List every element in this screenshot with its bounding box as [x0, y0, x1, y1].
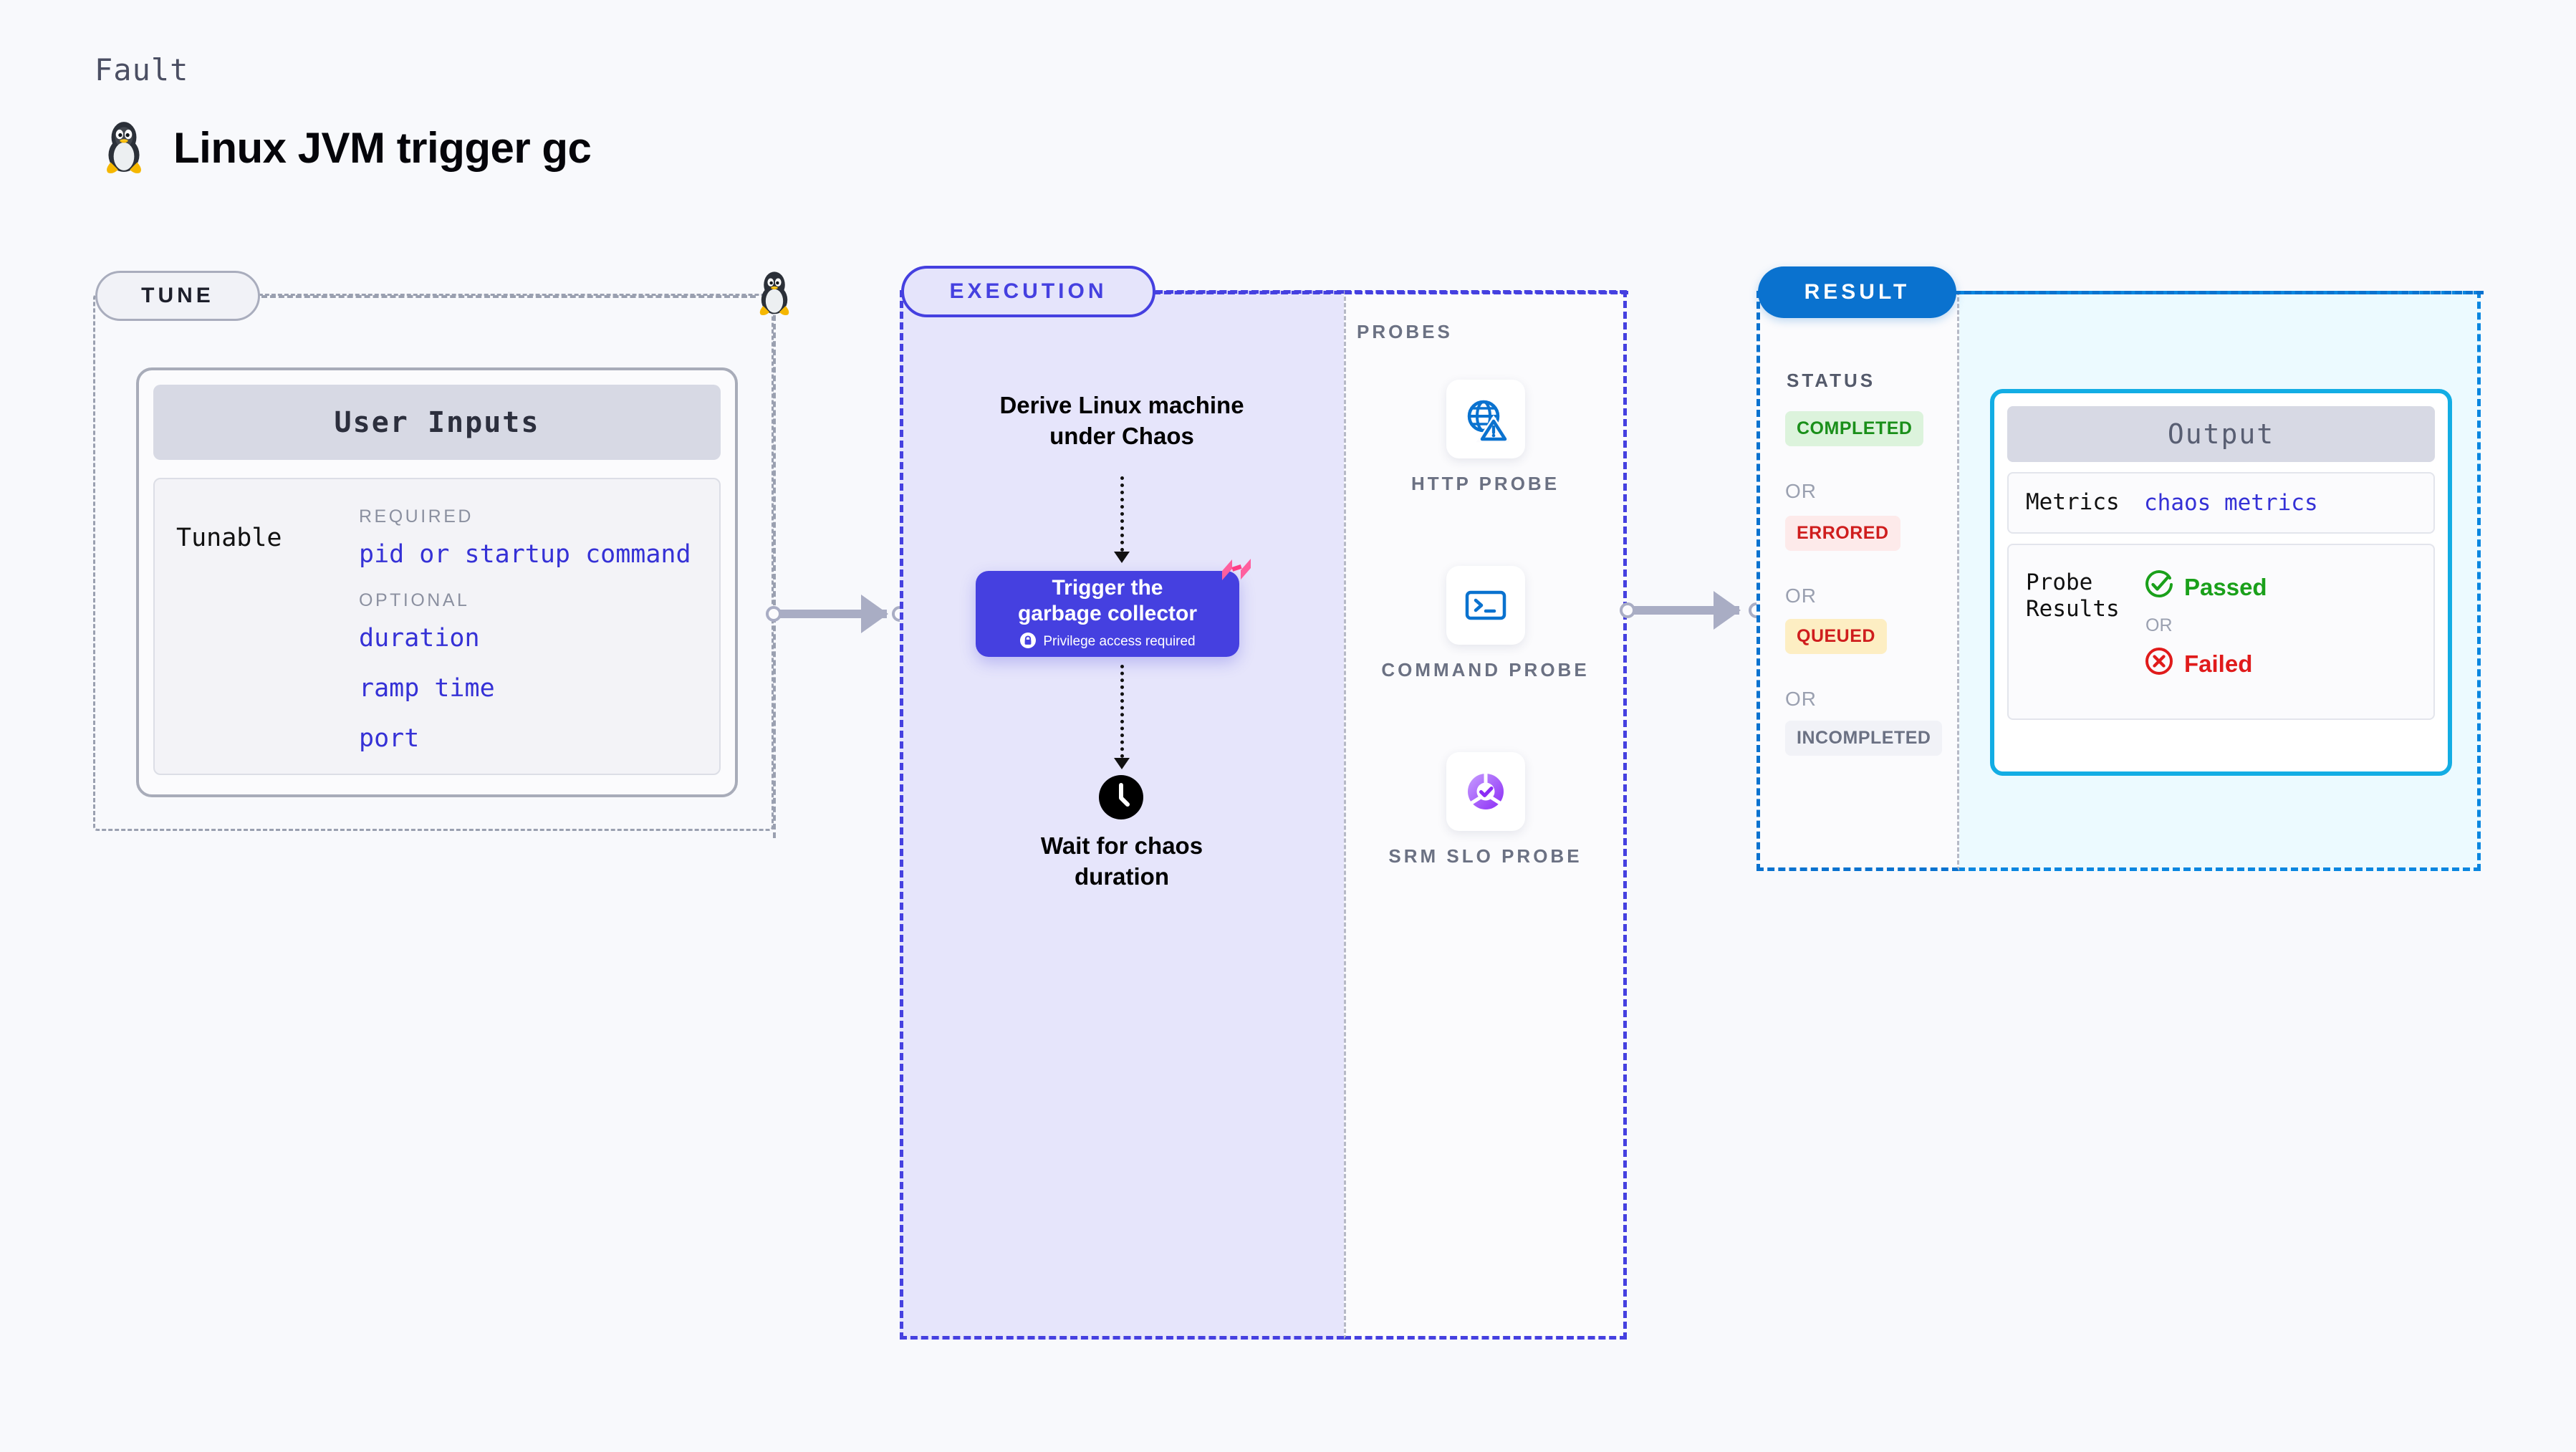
user-inputs-card: User Inputs Tunable REQUIRED pid or star… — [136, 367, 738, 797]
action-card-subtitle: Privilege access required — [1043, 634, 1196, 650]
slo-donut-check-icon — [1446, 752, 1525, 831]
step-derive-label: Derive Linux machine under Chaos — [999, 392, 1244, 449]
output-card: Output Metrics chaos metrics Probe Resul… — [1990, 389, 2452, 776]
passed-label: Passed — [2184, 574, 2267, 600]
execution-top-dash — [1153, 291, 1628, 294]
result-pill[interactable]: RESULT — [1758, 266, 1956, 318]
page-title: Linux JVM trigger gc — [173, 124, 592, 172]
action-card-trigger-gc[interactable]: Trigger the garbage collector Privilege … — [976, 571, 1239, 657]
connector-arrow-2 — [1714, 591, 1741, 630]
arrow-derive-to-action — [1120, 476, 1127, 552]
result-top-dash — [1953, 291, 2484, 294]
probe-result-passed: Passed — [2144, 569, 2416, 605]
metrics-key: Metrics — [2026, 489, 2120, 516]
lock-icon — [1019, 632, 1037, 653]
status-badge-errored: ERRORED — [1785, 516, 1900, 551]
status-badge-incompleted: INCOMPLETED — [1785, 721, 1943, 756]
tune-pill[interactable]: TUNE — [95, 271, 260, 321]
probe-srm-slo[interactable]: SRM SLO PROBE — [1344, 752, 1627, 869]
x-circle-icon — [2144, 646, 2174, 682]
optional-label: OPTIONAL — [359, 590, 470, 610]
arrow-head-1 — [1114, 552, 1130, 563]
status-or-2: OR — [1785, 585, 1817, 607]
probes-section-label: PROBES — [1357, 321, 1453, 342]
metrics-value[interactable]: chaos metrics — [2144, 490, 2318, 516]
probe-results-values: Passed OR Failed — [2144, 569, 2416, 694]
probe-results-key: Probe Results — [2026, 569, 2120, 622]
terminal-icon — [1446, 566, 1525, 645]
step-wait-label: Wait for chaos duration — [1040, 832, 1203, 890]
tune-connector-dash — [261, 295, 756, 298]
probe-srm-slo-label: SRM SLO PROBE — [1388, 845, 1582, 867]
tunable-list: REQUIRED pid or startup command OPTIONAL… — [359, 506, 698, 753]
tunable-item-pid[interactable]: pid or startup command — [359, 540, 698, 569]
execution-pill[interactable]: EXECUTION — [901, 266, 1155, 317]
status-badge-completed: COMPLETED — [1785, 411, 1924, 446]
required-label: REQUIRED — [359, 506, 474, 527]
probe-result-or: OR — [2145, 615, 2173, 635]
output-title: Output — [2007, 406, 2435, 462]
arrow-head-2 — [1114, 758, 1130, 769]
tunable-item-port[interactable]: port — [359, 724, 698, 753]
linux-penguin-icon — [100, 118, 148, 178]
tunable-item-ramp-time[interactable]: ramp time — [359, 674, 698, 703]
status-or-3: OR — [1785, 688, 1817, 710]
probe-http[interactable]: HTTP PROBE — [1344, 380, 1627, 496]
globe-warning-icon — [1446, 380, 1525, 458]
action-card-title: Trigger the garbage collector — [1017, 576, 1198, 625]
action-card-subtitle-row: Privilege access required — [1019, 632, 1196, 653]
fault-diagram-canvas: Fault Linux JVM trigger gc TUNE User Inp… — [0, 0, 2576, 1452]
output-metrics-row: Metrics chaos metrics — [2007, 472, 2435, 534]
status-or-1: OR — [1785, 480, 1817, 502]
connector-arrow-1 — [861, 595, 888, 633]
user-inputs-title: User Inputs — [153, 385, 721, 460]
tunable-item-duration[interactable]: duration — [359, 624, 698, 653]
linux-penguin-icon-small — [751, 269, 798, 316]
probe-http-label: HTTP PROBE — [1410, 473, 1560, 494]
status-section-label: STATUS — [1787, 370, 1876, 391]
tunable-label: Tunable — [176, 524, 282, 552]
probe-result-failed: Failed — [2144, 646, 2416, 682]
failed-label: Failed — [2184, 650, 2253, 677]
arrow-action-to-wait — [1120, 665, 1127, 758]
probe-command-label: COMMAND PROBE — [1381, 659, 1590, 681]
output-probe-results-row: Probe Results Passed OR Failed — [2007, 544, 2435, 720]
check-circle-icon — [2144, 569, 2174, 605]
status-badge-queued: QUEUED — [1785, 619, 1887, 654]
probe-command[interactable]: COMMAND PROBE — [1344, 566, 1627, 683]
tunable-panel: Tunable REQUIRED pid or startup command … — [153, 478, 721, 775]
clock-icon — [1099, 775, 1143, 819]
harness-logo-icon — [1221, 557, 1252, 582]
page-title-row: Linux JVM trigger gc — [100, 118, 592, 178]
tune-right-edge-dash — [773, 315, 776, 838]
eyebrow-label: Fault — [95, 52, 189, 87]
